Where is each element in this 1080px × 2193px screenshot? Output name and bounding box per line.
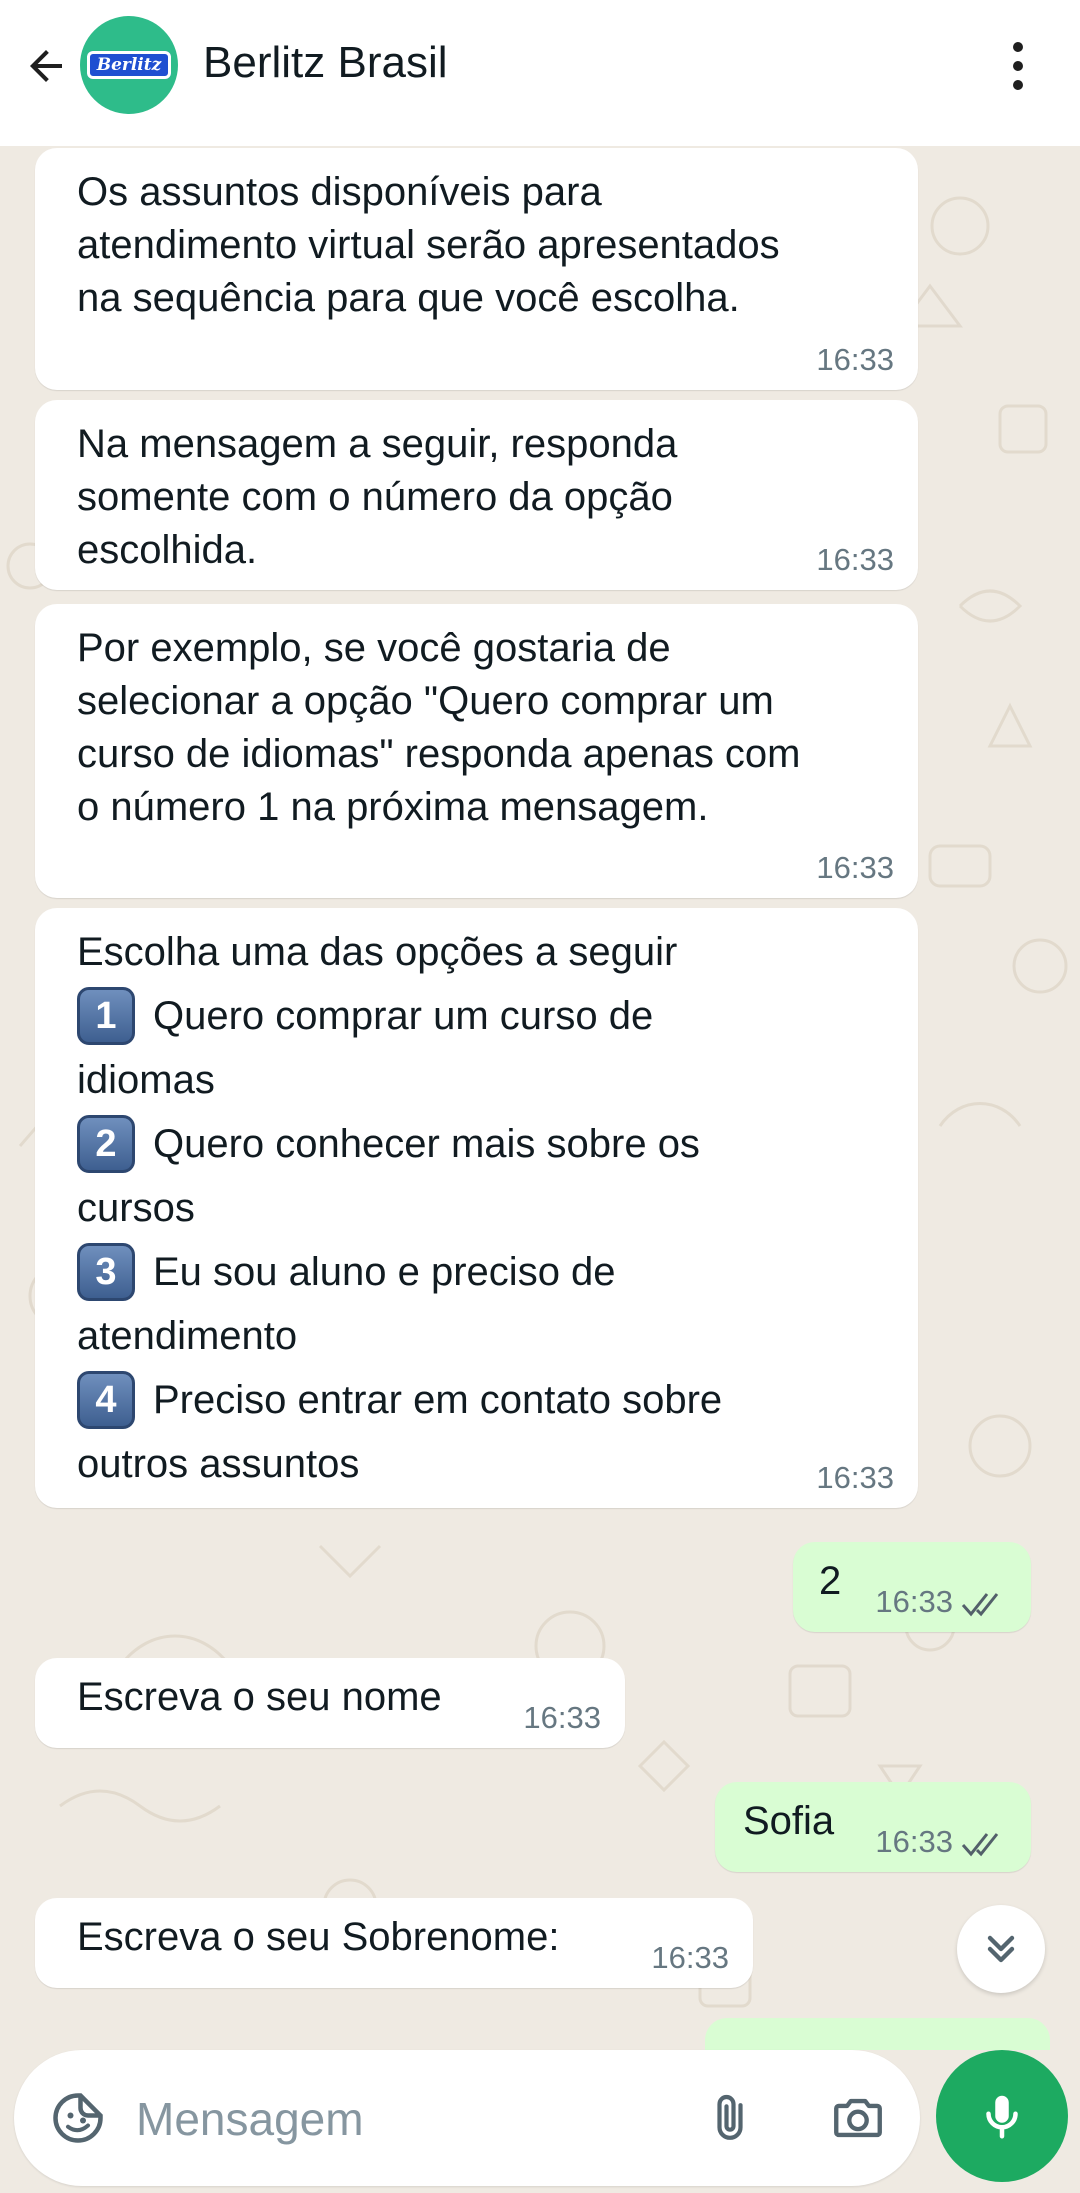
message-timestamp: 16:33	[816, 542, 894, 577]
keycap-2-icon: 2	[77, 1115, 135, 1173]
camera-icon	[834, 2098, 882, 2138]
option-4: 4 Preciso entrar em contato sobre	[77, 1368, 722, 1432]
option-label: Eu sou aluno e preciso de	[153, 1250, 616, 1294]
more-vertical-icon	[1013, 42, 1023, 52]
sticker-icon	[53, 2093, 103, 2143]
double-check-read-icon	[961, 1593, 999, 1617]
option-1: 1 Quero comprar um curso de	[77, 984, 722, 1048]
camera-button[interactable]	[820, 2080, 896, 2156]
message-input[interactable]	[134, 2078, 698, 2160]
message-text: 2	[819, 1559, 842, 1603]
message-input-container	[14, 2050, 920, 2186]
scroll-to-bottom-button[interactable]	[957, 1905, 1045, 1993]
options-intro: Escolha uma das opções a seguir	[77, 930, 678, 974]
more-options-button[interactable]	[990, 30, 1046, 102]
paperclip-icon	[717, 2094, 743, 2140]
option-4-continued: outros assuntos	[77, 1442, 360, 1486]
option-label: Quero conhecer mais sobre os	[153, 1122, 700, 1166]
avatar[interactable]: Berlitz	[80, 16, 178, 114]
contact-name[interactable]: Berlitz Brasil	[203, 38, 448, 88]
option-label: Quero comprar um curso de	[153, 994, 654, 1038]
message-timestamp: 16:33	[875, 1824, 953, 1859]
keycap-1-icon: 1	[77, 987, 135, 1045]
menu-dot	[1013, 80, 1023, 90]
message-bubble-incoming[interactable]: Na mensagem a seguir, responda somente c…	[35, 400, 918, 590]
message-text: Na mensagem a seguir, responda somente c…	[77, 422, 678, 572]
berlitz-logo: Berlitz	[87, 51, 171, 79]
chat-area[interactable]: Os assuntos disponíveis para atendimento…	[0, 146, 1080, 2050]
message-timestamp: 16:33	[816, 850, 894, 885]
double-check-read-icon	[961, 1833, 999, 1857]
arrow-left-icon	[30, 50, 62, 82]
menu-dot	[1013, 61, 1023, 71]
sticker-button[interactable]	[44, 2084, 112, 2152]
message-bubble-outgoing[interactable]: 2 16:33	[793, 1542, 1031, 1632]
option-1-continued: idiomas	[77, 1058, 215, 1102]
message-text: Escreva o seu nome	[77, 1675, 442, 1719]
message-timestamp: 16:33	[816, 342, 894, 377]
message-text: Os assuntos disponíveis para atendimento…	[77, 170, 780, 320]
message-bubble-incoming[interactable]: Escreva o seu nome 16:33	[35, 1658, 625, 1748]
option-2: 2 Quero conhecer mais sobre os	[77, 1112, 722, 1176]
message-bubble-outgoing-partial	[705, 2018, 1050, 2050]
message-bubble-incoming[interactable]: Os assuntos disponíveis para atendimento…	[35, 148, 918, 390]
message-bubble-incoming[interactable]: Escreva o seu Sobrenome: 16:33	[35, 1898, 753, 1988]
double-chevron-down-icon	[987, 1935, 1015, 1963]
message-bubble-outgoing[interactable]: Sofia 16:33	[715, 1782, 1031, 1872]
message-text: Sofia	[743, 1799, 835, 1843]
options-list: Escolha uma das opções a seguir 1 Quero …	[77, 920, 722, 1496]
message-text: Por exemplo, se você gostaria de selecio…	[77, 626, 801, 829]
keycap-3-icon: 3	[77, 1243, 135, 1301]
option-2-continued: cursos	[77, 1186, 195, 1230]
message-timestamp: 16:33	[523, 1700, 601, 1735]
option-label: Preciso entrar em contato sobre	[153, 1378, 723, 1422]
message-text: Escreva o seu Sobrenome:	[77, 1915, 560, 1959]
keycap-4-icon: 4	[77, 1371, 135, 1429]
attach-button[interactable]	[692, 2080, 768, 2156]
chat-header: Berlitz Berlitz Brasil	[0, 0, 1080, 146]
message-timestamp: 16:33	[875, 1584, 953, 1619]
back-button[interactable]	[14, 34, 78, 98]
voice-message-button[interactable]	[936, 2050, 1068, 2182]
composer-bar	[0, 2050, 1080, 2193]
message-bubble-incoming[interactable]: Por exemplo, se você gostaria de selecio…	[35, 604, 918, 898]
message-bubble-options[interactable]: Escolha uma das opções a seguir 1 Quero …	[35, 908, 918, 1508]
option-3-continued: atendimento	[77, 1314, 298, 1358]
microphone-icon	[986, 2095, 1018, 2139]
option-3: 3 Eu sou aluno e preciso de	[77, 1240, 722, 1304]
message-timestamp: 16:33	[651, 1940, 729, 1975]
message-timestamp: 16:33	[816, 1460, 894, 1495]
